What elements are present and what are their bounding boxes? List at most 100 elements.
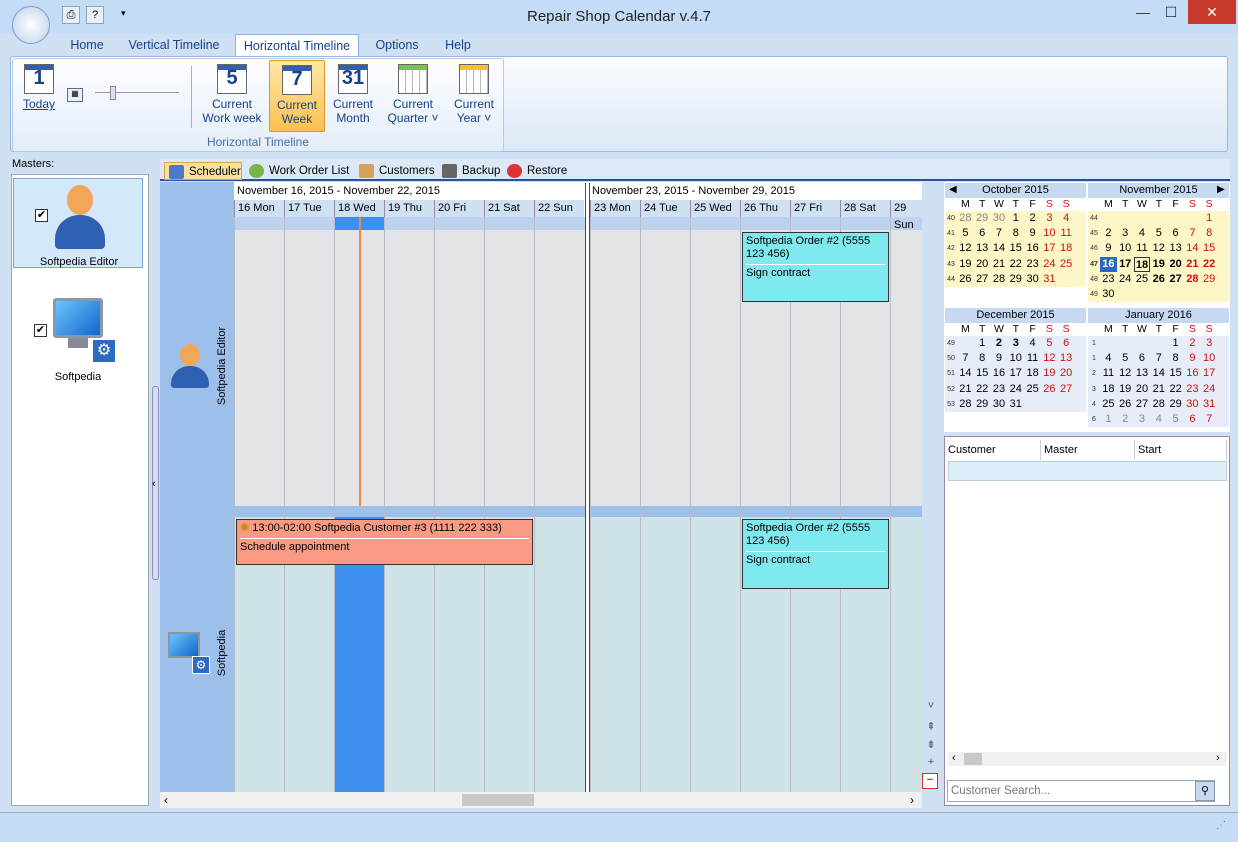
calendar-day[interactable]: 28 bbox=[957, 397, 974, 412]
calendar-day[interactable]: 6 bbox=[1134, 351, 1151, 366]
calendar-day[interactable]: 13 bbox=[1167, 241, 1184, 256]
calendar-day[interactable]: 17 bbox=[1117, 257, 1134, 272]
calendar-day[interactable]: 16 bbox=[1024, 241, 1041, 256]
minimize-button[interactable]: — bbox=[1128, 0, 1158, 24]
calendar-day[interactable]: 6 bbox=[974, 226, 991, 241]
scroll-down-icon[interactable]: ˅ bbox=[924, 700, 938, 714]
calendar-day[interactable]: 9 bbox=[991, 351, 1008, 366]
month-calendar-december[interactable]: December 2015 M T W T F S S 49 1 2 3 4 5 6 50 7 8 9 10 11 12 1… bbox=[945, 308, 1086, 432]
scroll-left-icon[interactable]: ‹ bbox=[952, 752, 956, 764]
master-item-softpedia-editor[interactable]: ✔ Softpedia Editor bbox=[13, 178, 143, 268]
month-calendar-october[interactable]: October 2015 M T W T F S S 40 28 29 30 1 2 3 4 41 5 6 7 8 9 10… bbox=[945, 183, 1086, 307]
calendar-day[interactable]: 7 bbox=[1184, 226, 1201, 241]
calendar-day[interactable]: 24 bbox=[1007, 382, 1024, 397]
calendar-day[interactable]: 18 bbox=[1133, 256, 1151, 272]
calendar-day[interactable] bbox=[1134, 336, 1151, 351]
calendar-day[interactable]: 2 bbox=[1184, 336, 1201, 351]
calendar-day[interactable]: 27 bbox=[1134, 397, 1151, 412]
calendar-day[interactable]: 1 bbox=[1007, 211, 1024, 226]
close-button[interactable]: ✕ bbox=[1188, 0, 1236, 24]
day-header[interactable]: 18 Wed bbox=[334, 200, 384, 217]
day-header[interactable]: 25 Wed bbox=[690, 200, 740, 217]
calendar-day[interactable]: 22 bbox=[1167, 382, 1184, 397]
calendar-day[interactable]: 23 bbox=[1024, 257, 1041, 272]
tab-work-order-list[interactable]: Work Order List bbox=[245, 162, 351, 180]
column-header-customer[interactable]: Customer bbox=[945, 440, 1041, 460]
calendar-day[interactable] bbox=[1041, 397, 1058, 412]
calendar-day[interactable]: 14 bbox=[957, 366, 974, 381]
calendar-day[interactable]: 26 bbox=[1150, 272, 1167, 287]
calendar-day[interactable] bbox=[1150, 211, 1167, 226]
calendar-day[interactable] bbox=[1100, 211, 1117, 226]
next-month-icon[interactable]: ▶ bbox=[1217, 184, 1225, 195]
calendar-day[interactable] bbox=[1150, 287, 1167, 302]
calendar-day[interactable] bbox=[1058, 397, 1075, 412]
tab-help[interactable]: Help bbox=[436, 34, 480, 56]
calendar-day[interactable] bbox=[1024, 397, 1041, 412]
goto-date-icon[interactable]: ▦ bbox=[67, 88, 83, 102]
calendar-day[interactable]: 29 bbox=[1201, 272, 1218, 287]
calendar-day[interactable]: 7 bbox=[991, 226, 1008, 241]
calendar-day[interactable]: 22 bbox=[1201, 257, 1218, 272]
calendar-day[interactable]: 25 bbox=[1024, 382, 1041, 397]
calendar-day[interactable]: 4 bbox=[1150, 412, 1167, 427]
calendar-day[interactable]: 24 bbox=[1041, 257, 1058, 272]
calendar-day[interactable]: 27 bbox=[1058, 382, 1075, 397]
calendar-day[interactable]: 12 bbox=[957, 241, 974, 256]
current-month-button[interactable]: 31 Current Month bbox=[328, 60, 378, 132]
calendar-day[interactable]: 11 bbox=[1024, 351, 1041, 366]
calendar-day[interactable]: 4 bbox=[1100, 351, 1117, 366]
scroll-left-icon[interactable]: ‹ bbox=[164, 793, 168, 807]
calendar-day[interactable]: 24 bbox=[1201, 382, 1218, 397]
calendar-day[interactable]: 14 bbox=[1184, 241, 1201, 256]
scroll-bottom-icon[interactable]: ⇟ bbox=[924, 738, 938, 752]
calendar-day[interactable]: 31 bbox=[1201, 397, 1218, 412]
calendar-day[interactable]: 8 bbox=[1007, 226, 1024, 241]
day-header[interactable]: 22 Sun bbox=[534, 200, 584, 217]
calendar-day[interactable]: 25 bbox=[1134, 272, 1151, 287]
day-header[interactable]: 27 Fri bbox=[790, 200, 840, 217]
calendar-day[interactable]: 13 bbox=[1134, 366, 1151, 381]
day-header[interactable]: 23 Mon bbox=[590, 200, 640, 217]
calendar-day[interactable]: 27 bbox=[974, 272, 991, 287]
calendar-day[interactable]: 4 bbox=[1024, 336, 1041, 351]
calendar-day[interactable]: 30 bbox=[1024, 272, 1041, 287]
calendar-day[interactable]: 29 bbox=[974, 397, 991, 412]
scrollbar-thumb[interactable] bbox=[462, 794, 534, 806]
scroll-top-icon[interactable]: ⇞ bbox=[924, 720, 938, 734]
calendar-day[interactable]: 14 bbox=[1150, 366, 1167, 381]
calendar-day[interactable]: 20 bbox=[974, 257, 991, 272]
calendar-day[interactable]: 18 bbox=[1024, 366, 1041, 381]
calendar-day[interactable] bbox=[1100, 336, 1117, 351]
zoom-in-icon[interactable]: + bbox=[924, 756, 938, 770]
calendar-day[interactable]: 8 bbox=[974, 351, 991, 366]
calendar-day[interactable]: 10 bbox=[1041, 226, 1058, 241]
tab-horizontal-timeline[interactable]: Horizontal Timeline bbox=[235, 34, 359, 56]
calendar-day[interactable]: 31 bbox=[1007, 397, 1024, 412]
calendar-day[interactable]: 5 bbox=[1041, 336, 1058, 351]
horizontal-scrollbar[interactable] bbox=[160, 792, 922, 808]
day-header[interactable]: 21 Sat bbox=[484, 200, 534, 217]
month-calendar-january[interactable]: January 2016 M T W T F S S 1 1 2 3 1 4 5 6 7 8 9 10 2 11 12 13 1… bbox=[1088, 308, 1229, 432]
calendar-day[interactable]: 9 bbox=[1100, 241, 1117, 256]
current-quarter-button[interactable]: Current Quarter ˅ bbox=[385, 60, 441, 132]
calendar-day[interactable]: 12 bbox=[1150, 241, 1167, 256]
calendar-day[interactable]: 5 bbox=[1167, 412, 1184, 427]
calendar-day[interactable]: 8 bbox=[1167, 351, 1184, 366]
calendar-day[interactable]: 19 bbox=[1041, 366, 1058, 381]
calendar-day[interactable]: 21 bbox=[957, 382, 974, 397]
calendar-day[interactable]: 6 bbox=[1058, 336, 1075, 351]
zoom-slider[interactable] bbox=[95, 92, 179, 96]
calendar-day[interactable]: 7 bbox=[1201, 412, 1218, 427]
calendar-day[interactable]: 1 bbox=[1201, 211, 1218, 226]
calendar-day[interactable]: 3 bbox=[1041, 211, 1058, 226]
calendar-day[interactable]: 17 bbox=[1007, 366, 1024, 381]
calendar-day[interactable]: 11 bbox=[1134, 241, 1151, 256]
customer-search-input[interactable] bbox=[947, 780, 1215, 802]
maximize-button[interactable]: ☐ bbox=[1156, 0, 1186, 24]
day-header[interactable]: 26 Thu bbox=[740, 200, 790, 217]
tab-home[interactable]: Home bbox=[62, 34, 112, 56]
calendar-day[interactable]: 9 bbox=[1184, 351, 1201, 366]
calendar-day[interactable]: 31 bbox=[1041, 272, 1058, 287]
calendar-day[interactable]: 30 bbox=[1184, 397, 1201, 412]
